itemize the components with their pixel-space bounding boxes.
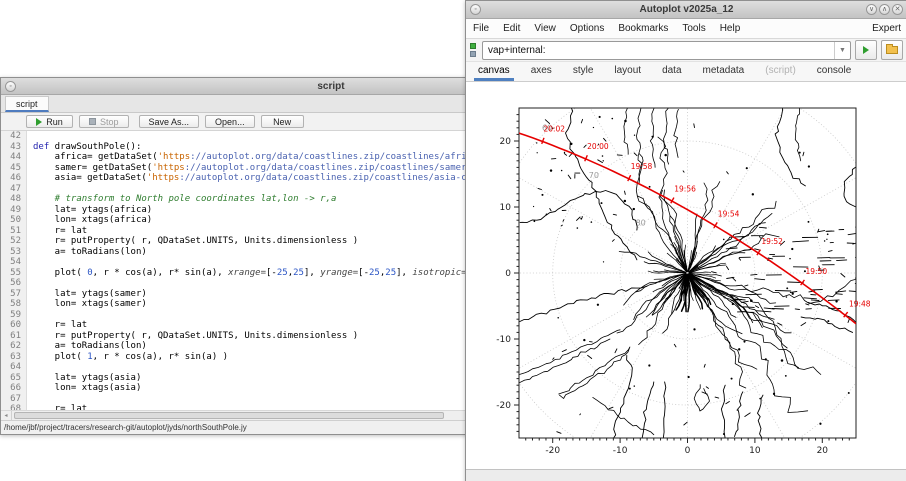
tab-axes[interactable]: axes <box>527 62 556 81</box>
run-icon <box>36 118 42 126</box>
menu-help[interactable]: Help <box>713 21 748 36</box>
uri-input[interactable] <box>483 45 834 56</box>
line-number-gutter: 4243444546474849505152535455565758596061… <box>1 131 27 410</box>
svg-text:10: 10 <box>500 203 512 213</box>
tab-console[interactable]: console <box>813 62 855 81</box>
uri-combobox[interactable]: ▼ <box>482 41 851 60</box>
maximize-icon[interactable]: ∧ <box>879 4 890 15</box>
autoplot-window-title: Autoplot v2025a_12 <box>466 4 906 15</box>
datasource-type-icon <box>470 43 478 57</box>
expert-toggle[interactable]: Expert <box>872 23 901 34</box>
svg-text:70: 70 <box>589 171 599 180</box>
run-button[interactable]: Run <box>26 115 73 128</box>
autoplot-window: ◦ Autoplot v2025a_12 ∨ ∧ ✕ FileEditViewO… <box>465 0 906 481</box>
svg-text:-20: -20 <box>496 401 511 411</box>
svg-text:-20: -20 <box>545 446 560 456</box>
desktop: ◦ script script Run Stop Save As... Open… <box>0 0 906 481</box>
svg-text:0: 0 <box>685 446 691 456</box>
folder-icon <box>886 46 898 54</box>
svg-text:19:54: 19:54 <box>718 209 740 218</box>
tab-canvas[interactable]: canvas <box>474 62 514 81</box>
window-controls: ∨ ∧ ✕ <box>864 4 903 15</box>
menu-view[interactable]: View <box>527 21 563 36</box>
tab-data[interactable]: data <box>658 62 685 81</box>
svg-text:20:00: 20:00 <box>587 142 609 151</box>
svg-text:19:56: 19:56 <box>674 184 696 193</box>
go-play-button[interactable] <box>855 40 877 60</box>
svg-text:20:02: 20:02 <box>543 124 565 133</box>
open-button[interactable]: Open... <box>205 115 255 128</box>
svg-text:20: 20 <box>500 137 512 147</box>
open-file-button[interactable] <box>881 40 903 60</box>
svg-text:19:50: 19:50 <box>805 267 827 276</box>
main-tab-row: canvas axes style layout data metadata (script… <box>466 62 906 82</box>
tab-metadata[interactable]: metadata <box>699 62 749 81</box>
svg-text:20: 20 <box>817 446 829 456</box>
svg-text:19:58: 19:58 <box>631 162 653 171</box>
tab-script[interactable]: (script) <box>761 62 800 81</box>
menu-bar: FileEditViewOptionsBookmarksToolsHelp Ex… <box>466 19 906 39</box>
svg-text:0: 0 <box>505 269 511 279</box>
menu-edit[interactable]: Edit <box>496 21 527 36</box>
tab-style[interactable]: style <box>569 62 598 81</box>
play-icon <box>863 46 869 54</box>
menu-file[interactable]: File <box>466 21 496 36</box>
scrollbar-thumb[interactable] <box>14 412 444 419</box>
save-as-button[interactable]: Save As... <box>139 115 200 128</box>
stop-button[interactable]: Stop <box>79 115 129 128</box>
scroll-left-arrow-icon[interactable]: ◂ <box>1 411 12 420</box>
close-icon[interactable]: ✕ <box>892 4 903 15</box>
menu-bar-items: FileEditViewOptionsBookmarksToolsHelp <box>466 21 747 36</box>
svg-text:19:48: 19:48 <box>849 300 871 309</box>
tab-script[interactable]: script <box>5 96 49 112</box>
plot-canvas-area[interactable]: 807060-20-1001020-20-100102020:0220:0019… <box>466 82 906 469</box>
plot-canvas[interactable]: 807060-20-1001020-20-100102020:0220:0019… <box>466 82 905 471</box>
script-file-path: /home/jbf/project/tracers/research-git/a… <box>4 423 247 432</box>
menu-tools[interactable]: Tools <box>675 21 712 36</box>
svg-text:-10: -10 <box>496 335 511 345</box>
minimize-icon[interactable]: ∨ <box>866 4 877 15</box>
svg-text:10: 10 <box>749 446 761 456</box>
menu-bookmarks[interactable]: Bookmarks <box>611 21 675 36</box>
tab-layout[interactable]: layout <box>610 62 645 81</box>
svg-text:19:52: 19:52 <box>761 237 783 246</box>
chevron-down-icon[interactable]: ▼ <box>834 42 850 59</box>
stop-icon <box>89 118 96 125</box>
new-button[interactable]: New <box>261 115 304 128</box>
address-row: ▼ <box>466 39 906 62</box>
menu-options[interactable]: Options <box>563 21 611 36</box>
svg-text:-10: -10 <box>613 446 628 456</box>
autoplot-titlebar[interactable]: ◦ Autoplot v2025a_12 ∨ ∧ ✕ <box>466 1 906 19</box>
